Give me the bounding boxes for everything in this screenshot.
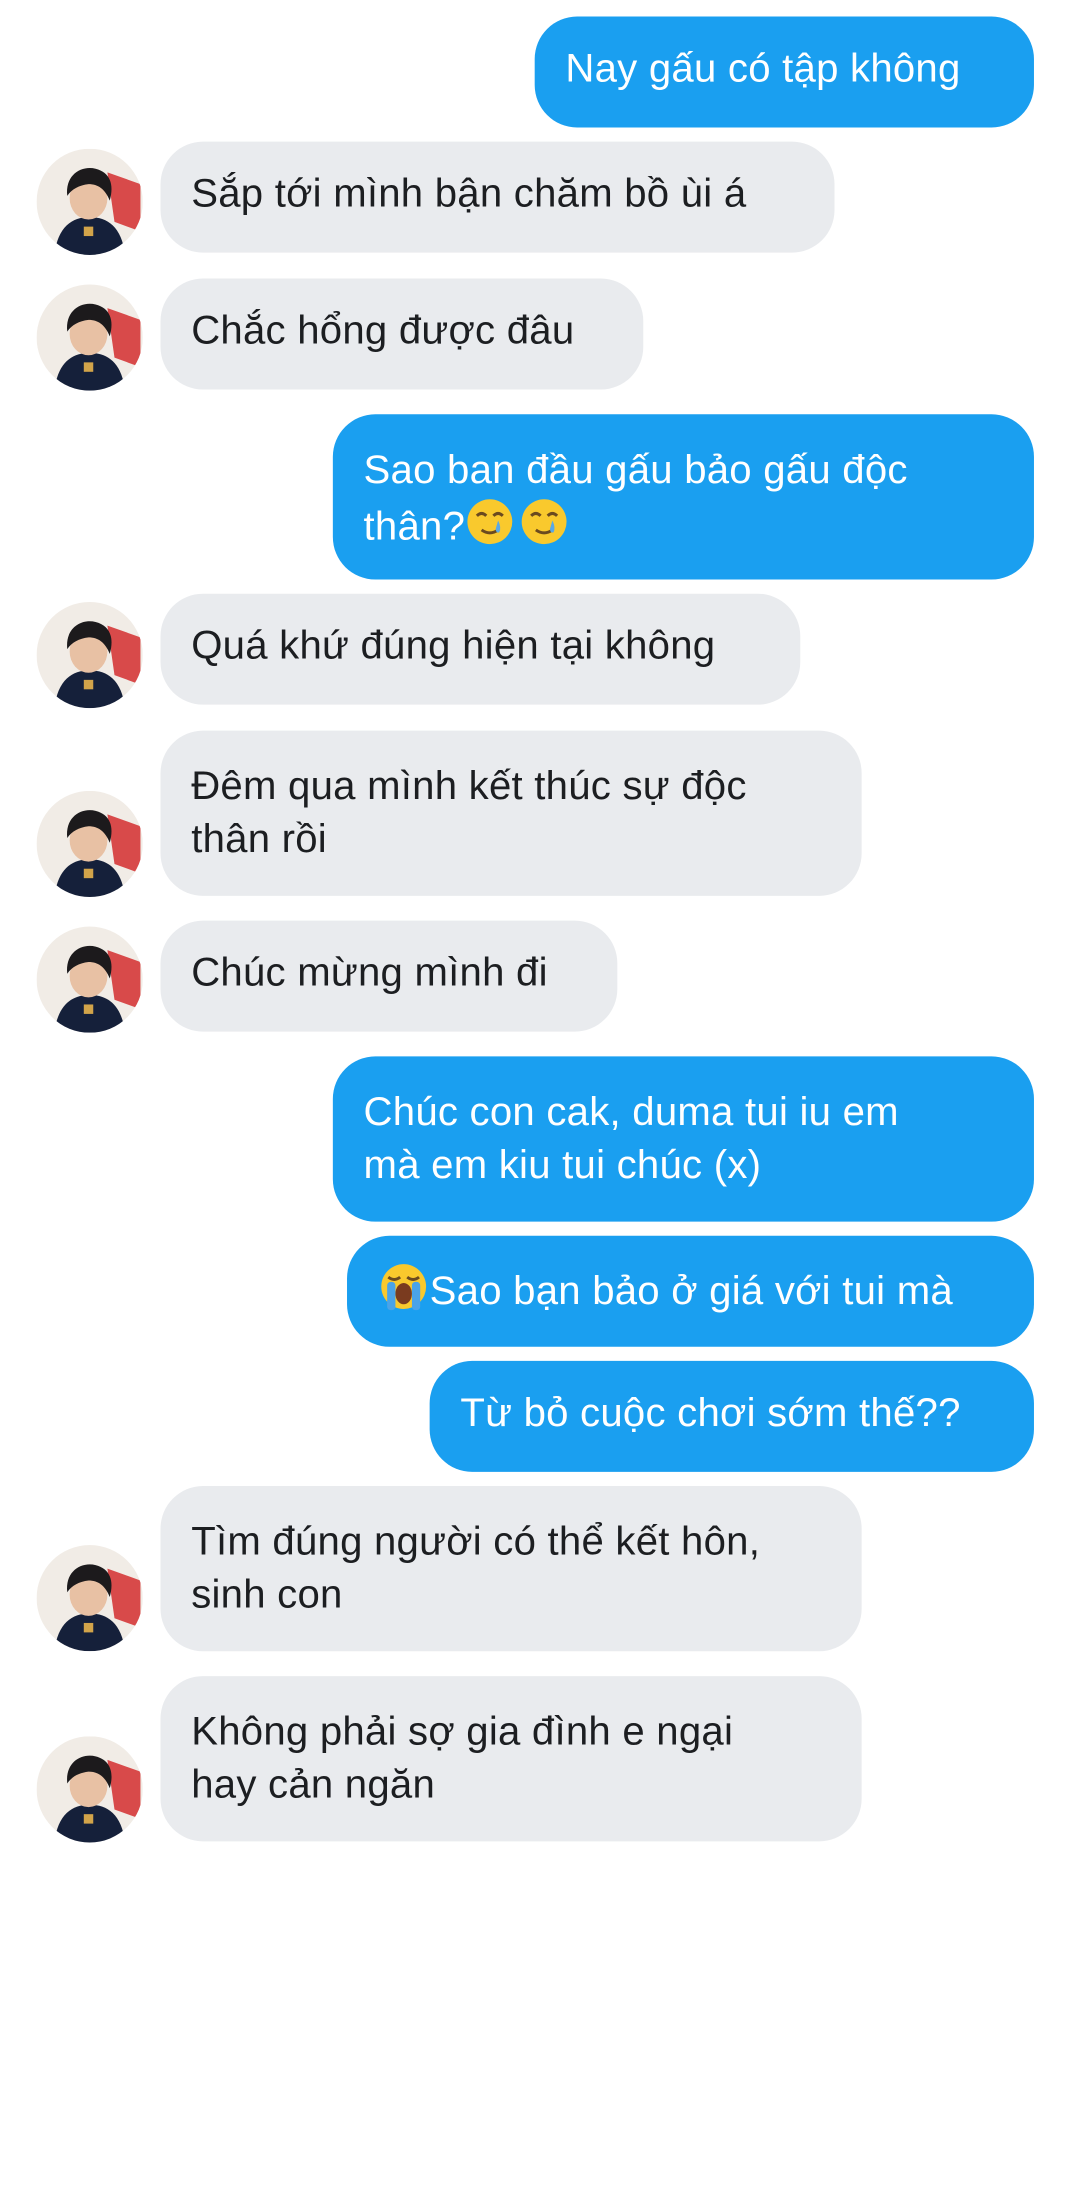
message-bubble-incoming[interactable]: Tìm đúng người có thể kết hôn, sinh con (160, 1486, 862, 1652)
message-bubble-outgoing[interactable]: Từ bỏ cuộc chơi sớm thế?? (429, 1360, 1034, 1472)
message-text: Nay gấu có tập không (565, 46, 961, 91)
avatar-photo-icon (36, 1545, 143, 1652)
contact-avatar[interactable] (36, 926, 143, 1033)
message-bubble-incoming[interactable]: Chắc hổng được đâu (160, 278, 644, 390)
message-bubble-outgoing[interactable]: Sao ban đầu gấu bảo gấu độc thân? (332, 414, 1034, 580)
contact-avatar[interactable] (36, 790, 143, 898)
message-bubble-outgoing[interactable]: Sao bạn bảo ở giá với tui mà (347, 1235, 1034, 1347)
message-text: Sao bạn bảo ở giá với tui mà (429, 1268, 953, 1314)
contact-avatar[interactable] (36, 284, 143, 391)
message-text: Đêm qua mình kết thúc sự độc (191, 763, 747, 809)
message-text: thân? (363, 503, 466, 549)
contact-avatar[interactable] (36, 1736, 143, 1843)
message-text: Chúc con cak, duma tui iu em (363, 1089, 899, 1135)
message-text: sinh con (191, 1572, 343, 1618)
message-text: mà em kiu tui chúc (x) (363, 1142, 762, 1188)
message-text: hay cản ngăn (191, 1762, 436, 1808)
message-text: Sao ban đầu gấu bảo gấu độc (363, 447, 908, 493)
message-text: Sắp tới mình bận chăm bồ ùi á (191, 171, 747, 217)
message-bubble-incoming[interactable]: Chúc mừng mình đi (160, 920, 618, 1032)
message-bubble-outgoing[interactable]: Chúc con cak, duma tui iu em mà em kiu t… (332, 1056, 1034, 1222)
message-bubble-incoming[interactable]: Sắp tới mình bận chăm bồ ùi á (160, 141, 835, 253)
message-text: Quá khứ đúng hiện tại không (191, 623, 716, 669)
message-text: Chúc mừng mình đi (191, 950, 548, 996)
avatar-photo-icon (36, 601, 143, 709)
crying-smile-emoji-icon (465, 497, 571, 561)
avatar-photo-icon (36, 926, 143, 1033)
message-text-line: thân? (364, 497, 1005, 561)
avatar-photo-icon (36, 790, 143, 898)
avatar-photo-icon (36, 1736, 143, 1843)
message-text: Không phải sợ gia đình e ngại (191, 1709, 734, 1754)
message-text: Tìm đúng người có thể kết hôn, (191, 1519, 761, 1564)
contact-avatar[interactable] (36, 1545, 143, 1652)
message-text: thân rồi (191, 816, 327, 862)
contact-avatar[interactable] (36, 601, 143, 709)
avatar-photo-icon (36, 284, 143, 391)
avatar-photo-icon (36, 148, 143, 255)
message-text: Chắc hổng được đâu (191, 308, 575, 353)
loudly-crying-emoji-icon (378, 1262, 430, 1326)
message-bubble-incoming[interactable]: Đêm qua mình kết thúc sự độc thân rồi (160, 730, 862, 896)
contact-avatar[interactable] (36, 148, 143, 255)
chat-thread: Nay gấu có tập không Sắp tới mình bận ch… (0, 0, 1080, 2204)
message-bubble-incoming[interactable]: Quá khứ đúng hiện tại không (160, 593, 801, 705)
message-bubble-incoming[interactable]: Không phải sợ gia đình e ngại hay cản ng… (160, 1676, 862, 1842)
message-bubble-outgoing[interactable]: Nay gấu có tập không (534, 16, 1034, 128)
message-text: Từ bỏ cuộc chơi sớm thế?? (460, 1390, 961, 1436)
